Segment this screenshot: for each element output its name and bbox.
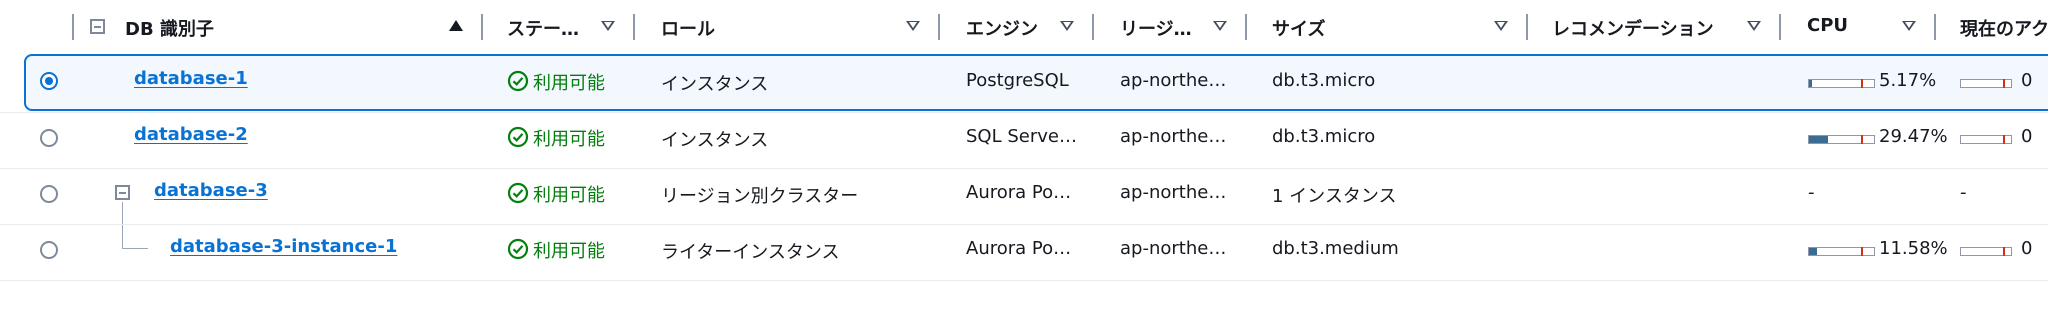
- column-resizer[interactable]: [481, 14, 483, 40]
- cpu-usage-bar: [1808, 135, 1875, 144]
- sort-caret-icon[interactable]: [1494, 21, 1508, 31]
- status-text: 利用可能: [533, 73, 605, 94]
- status-text: 利用可能: [533, 185, 605, 206]
- activity-value: -: [1960, 182, 1967, 203]
- cpu-value: 5.17%: [1879, 70, 1937, 91]
- db-identifier-link[interactable]: database-1: [134, 68, 248, 89]
- column-header-size[interactable]: サイズ: [1272, 15, 1325, 41]
- status-text: 利用可能: [533, 241, 605, 262]
- activity-threshold-marker: [2003, 247, 2005, 256]
- size-cell: 1 インスタンス: [1272, 186, 1397, 207]
- activity-threshold-marker: [2003, 79, 2005, 88]
- column-header-current-activity[interactable]: 現在のアク: [1960, 15, 2048, 41]
- cpu-usage-fill: [1809, 136, 1828, 143]
- collapse-all-icon[interactable]: [90, 19, 105, 34]
- activity-threshold-marker: [2003, 135, 2005, 144]
- sort-caret-icon[interactable]: [906, 21, 920, 31]
- activity-value: 0: [2021, 238, 2033, 259]
- column-resizer[interactable]: [1526, 14, 1528, 40]
- cpu-usage-bar: [1808, 79, 1875, 88]
- db-identifier-link[interactable]: database-2: [134, 124, 248, 145]
- column-header-db-identifier[interactable]: DB 識別子: [125, 15, 214, 41]
- db-identifier-link[interactable]: database-3-instance-1: [170, 236, 397, 257]
- cpu-threshold-marker: [1861, 247, 1863, 256]
- cpu-value: 11.58%: [1879, 238, 1948, 259]
- table-bottom-border: [0, 280, 2048, 282]
- sort-ascending-icon[interactable]: [449, 20, 463, 31]
- cpu-threshold-marker: [1861, 79, 1863, 88]
- activity-bar: [1960, 79, 2012, 88]
- cpu-threshold-marker: [1861, 135, 1863, 144]
- column-header-engine[interactable]: エンジン: [966, 15, 1038, 41]
- column-divider: [72, 14, 74, 40]
- engine-cell: Aurora Po…: [966, 238, 1072, 259]
- activity-bar: [1960, 135, 2012, 144]
- status-available-icon: [507, 238, 529, 260]
- role-cell: リージョン別クラスター: [661, 186, 859, 207]
- status-available-icon: [507, 182, 529, 204]
- row-select-radio[interactable]: [40, 241, 58, 259]
- status-text: 利用可能: [533, 129, 605, 150]
- column-resizer[interactable]: [1245, 14, 1247, 40]
- status-available-icon: [507, 70, 529, 92]
- activity-value: 0: [2021, 70, 2033, 91]
- column-resizer[interactable]: [633, 14, 635, 40]
- region-cell: ap-northe…: [1120, 182, 1227, 203]
- cpu-value: -: [1808, 182, 1815, 203]
- column-resizer[interactable]: [1934, 14, 1936, 40]
- size-cell: db.t3.micro: [1272, 126, 1376, 147]
- sort-caret-icon[interactable]: [1902, 21, 1916, 31]
- cpu-value: 29.47%: [1879, 126, 1948, 147]
- row-select-radio[interactable]: [40, 129, 58, 147]
- column-resizer[interactable]: [1092, 14, 1094, 40]
- activity-value: 0: [2021, 126, 2033, 147]
- status-available-icon: [507, 126, 529, 148]
- region-cell: ap-northe…: [1120, 126, 1227, 147]
- role-cell: ライターインスタンス: [661, 242, 840, 263]
- region-cell: ap-northe…: [1120, 238, 1227, 259]
- table-header: DB 識別子 ステー… ロール エンジン リージ… サイズ レコメンデーション …: [0, 0, 2048, 55]
- engine-cell: SQL Serve…: [966, 126, 1077, 147]
- column-header-status[interactable]: ステー…: [507, 15, 579, 41]
- size-cell: db.t3.medium: [1272, 238, 1399, 259]
- column-header-cpu[interactable]: CPU: [1807, 15, 1848, 36]
- column-resizer[interactable]: [1779, 14, 1781, 40]
- engine-cell: Aurora Po…: [966, 182, 1072, 203]
- column-header-recommendation[interactable]: レコメンデーション: [1552, 15, 1714, 41]
- column-header-region[interactable]: リージ…: [1120, 15, 1192, 41]
- column-resizer[interactable]: [938, 14, 940, 40]
- engine-cell: PostgreSQL: [966, 70, 1069, 91]
- region-cell: ap-northe…: [1120, 70, 1227, 91]
- db-identifier-link[interactable]: database-3: [154, 180, 268, 201]
- sort-caret-icon[interactable]: [1747, 21, 1761, 31]
- cpu-usage-fill: [1809, 80, 1812, 87]
- row-select-radio[interactable]: [40, 185, 58, 203]
- sort-caret-icon[interactable]: [1213, 21, 1227, 31]
- activity-bar: [1960, 247, 2012, 256]
- sort-caret-icon[interactable]: [1060, 21, 1074, 31]
- column-header-role[interactable]: ロール: [661, 15, 715, 41]
- role-cell: インスタンス: [661, 130, 769, 151]
- role-cell: インスタンス: [661, 74, 769, 95]
- size-cell: db.t3.micro: [1272, 70, 1376, 91]
- sort-caret-icon[interactable]: [601, 21, 615, 31]
- collapse-cluster-icon[interactable]: [115, 185, 130, 200]
- cpu-usage-fill: [1809, 248, 1817, 255]
- cpu-usage-bar: [1808, 247, 1875, 256]
- row-select-radio[interactable]: [40, 72, 58, 90]
